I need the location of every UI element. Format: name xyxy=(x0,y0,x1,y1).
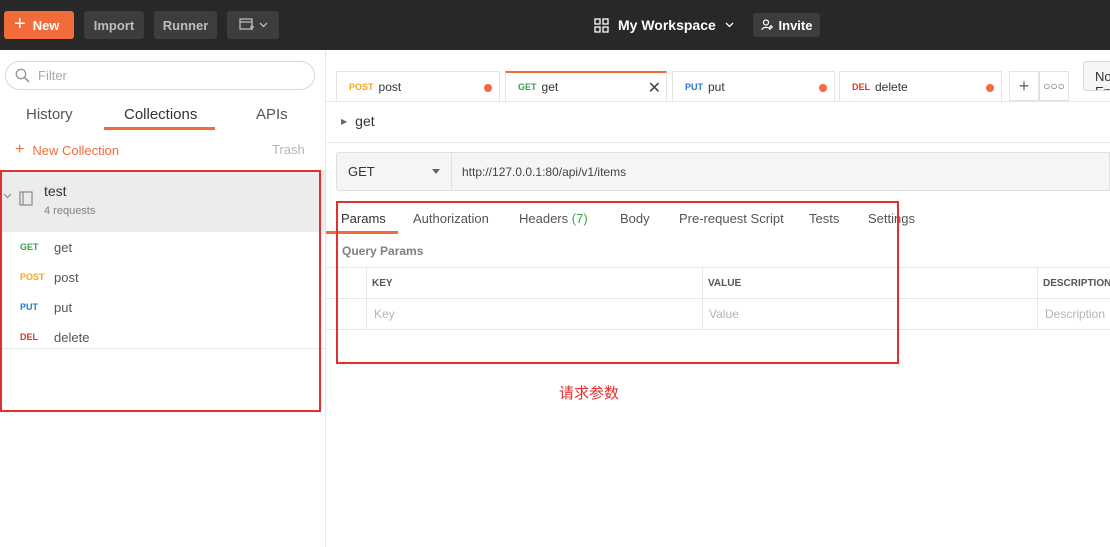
environment-select[interactable]: No Environment xyxy=(1083,61,1110,91)
new-collection-button[interactable]: + New Collection xyxy=(15,142,119,158)
method-badge: PUT xyxy=(685,81,703,92)
caret-right-icon: ▶ xyxy=(341,116,348,126)
import-button[interactable]: Import xyxy=(84,11,144,39)
invite-button[interactable]: Invite xyxy=(753,13,820,37)
description-input[interactable]: Description xyxy=(1045,307,1105,321)
workspace-switcher[interactable]: My Workspace xyxy=(594,14,734,36)
annotation-box-collection xyxy=(0,170,321,412)
url-input[interactable]: http://127.0.0.1:80/api/v1/items xyxy=(452,152,1110,191)
new-window-button[interactable] xyxy=(227,11,279,39)
method-select[interactable]: GET xyxy=(336,152,452,191)
trash-link[interactable]: Trash xyxy=(272,142,305,157)
tab-put[interactable]: PUT put xyxy=(672,71,835,101)
method-badge: DEL xyxy=(852,81,870,92)
top-bar: + New Import Runner My Workspace Invite xyxy=(0,0,1110,50)
breadcrumb[interactable]: ▶ get xyxy=(341,113,375,129)
method-value: GET xyxy=(348,164,375,179)
add-user-icon xyxy=(760,19,773,31)
url-value: http://127.0.0.1:80/api/v1/items xyxy=(462,164,627,179)
tab-history[interactable]: History xyxy=(26,106,73,123)
tab-collections[interactable]: Collections xyxy=(124,106,197,123)
tab-name: put xyxy=(708,79,725,94)
tab-name: delete xyxy=(875,79,908,94)
filter-input[interactable]: Filter xyxy=(5,61,315,90)
tab-name: get xyxy=(541,80,559,94)
plus-icon: + xyxy=(14,13,26,35)
runner-button[interactable]: Runner xyxy=(154,11,217,39)
divider xyxy=(1037,267,1038,330)
caret-down-icon xyxy=(432,169,440,174)
environment-label: No Environment xyxy=(1095,69,1110,90)
annotation-box-params xyxy=(336,201,899,364)
unsaved-dot-icon xyxy=(819,84,827,92)
chevron-down-icon xyxy=(259,22,267,28)
new-button-label: New xyxy=(32,17,60,33)
new-button[interactable]: + New xyxy=(4,11,74,39)
search-icon xyxy=(15,68,30,83)
new-collection-label: New Collection xyxy=(32,142,120,158)
workspace-label: My Workspace xyxy=(618,17,716,33)
plus-icon: + xyxy=(15,141,25,158)
close-icon[interactable]: ✕ xyxy=(648,78,661,98)
method-badge: POST xyxy=(349,81,374,92)
request-title: get xyxy=(355,113,375,129)
active-tab-indicator xyxy=(104,127,215,130)
invite-label: Invite xyxy=(778,17,813,33)
divider xyxy=(326,142,1110,143)
tab-post[interactable]: POST post xyxy=(336,71,500,101)
workspace-grid-icon xyxy=(594,17,609,33)
tab-apis[interactable]: APIs xyxy=(256,106,288,123)
unsaved-dot-icon xyxy=(484,84,492,92)
unsaved-dot-icon xyxy=(986,84,994,92)
request-tab-bar: POST post GET get ✕ PUT put DEL delete +… xyxy=(326,50,1110,102)
chevron-down-icon xyxy=(725,22,734,28)
new-window-icon xyxy=(238,18,254,30)
method-badge: GET xyxy=(518,82,537,92)
more-tabs-button[interactable]: ○○○ xyxy=(1039,71,1069,101)
filter-placeholder: Filter xyxy=(38,68,67,83)
tab-get[interactable]: GET get ✕ xyxy=(505,71,667,101)
tab-delete[interactable]: DEL delete xyxy=(839,71,1002,101)
ellipsis-icon: ○○○ xyxy=(1043,79,1065,93)
add-tab-button[interactable]: + xyxy=(1009,71,1039,101)
plus-icon: + xyxy=(1018,75,1030,96)
column-header-description: DESCRIPTION xyxy=(1043,278,1110,289)
annotation-label: 请求参数 xyxy=(559,385,620,402)
tab-name: post xyxy=(378,79,402,94)
